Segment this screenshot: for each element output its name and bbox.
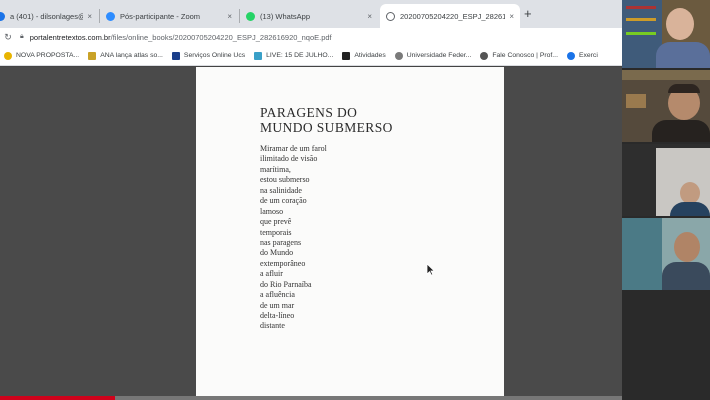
avatar: [670, 202, 710, 216]
bookmark-label: Exerci: [578, 52, 598, 59]
tab-title: 20200705204220_ESPJ_282616920: [400, 11, 506, 21]
pdf-page[interactable]: PARAGENS DO MUNDO SUBMERSO Miramar de um…: [196, 67, 504, 400]
poem-line: marítima,: [260, 164, 291, 174]
reload-icon[interactable]: ↻: [0, 32, 16, 43]
star-icon: [4, 51, 12, 60]
poem-line: nas paragens: [260, 237, 302, 247]
grid-icon: [342, 51, 351, 60]
poem-line: Miramar de um farol: [260, 144, 327, 153]
bookmarks-bar: NOVA PROPOSTA... ANA lança atlas so... S…: [0, 46, 622, 66]
bookmark-item[interactable]: Serviços Online Ucs: [171, 51, 246, 60]
tab-pdf[interactable]: 20200705204220_ESPJ_282616920 ×: [380, 4, 520, 28]
participant-video[interactable]: [622, 70, 710, 142]
poem-line: temporais: [260, 227, 292, 237]
browser-window: a (401) - dilsonlages@uol. × Pós-partici…: [0, 0, 622, 400]
avatar: [674, 232, 700, 262]
live-icon: [254, 51, 263, 60]
poem-line: a afluência: [260, 290, 295, 300]
poem-line: distante: [260, 321, 285, 331]
poem-line: do Mundo: [260, 248, 294, 258]
url-path: /files/online_books/20200705204220_ESPJ_…: [110, 32, 332, 42]
tab-title: a (401) - dilsonlages@uol.: [10, 11, 83, 21]
bookmark-item[interactable]: Universidade Feder...: [394, 51, 472, 60]
shield-icon: [171, 51, 180, 60]
bookmark-label: Serviços Online Ucs: [183, 52, 246, 59]
poem-line: extemporâneo: [260, 258, 306, 268]
participant-video[interactable]: [622, 144, 710, 216]
bookmark-item[interactable]: ANA lança atlas so...: [88, 51, 163, 60]
avatar: [662, 262, 710, 290]
close-icon[interactable]: ×: [87, 12, 92, 21]
tab-zoom[interactable]: Pós-participante - Zoom ×: [100, 4, 238, 28]
poem-line: a afluir: [260, 269, 283, 279]
poem-line: estou submerso: [260, 175, 310, 185]
poem-line: lamoso: [260, 206, 284, 216]
bookmark-item[interactable]: NOVA PROPOSTA...: [4, 51, 80, 60]
tab-bar: a (401) - dilsonlages@uol. × Pós-partici…: [0, 0, 622, 28]
video-progress-fill: [0, 396, 116, 400]
bookmark-label: ANA lança atlas so...: [100, 52, 163, 59]
avatar: [666, 8, 694, 40]
tab-whatsapp[interactable]: (13) WhatsApp ×: [240, 4, 378, 28]
poem-title: PARAGENS DO MUNDO SUBMERSO: [260, 105, 393, 135]
close-icon[interactable]: ×: [509, 12, 514, 21]
poem-line: de um mar: [260, 300, 295, 310]
close-icon[interactable]: ×: [227, 12, 232, 21]
bookmark-label: Universidade Feder...: [406, 52, 472, 59]
close-icon[interactable]: ×: [367, 12, 372, 21]
url-text: portalentretextos.com.br/files/online_bo…: [30, 33, 332, 42]
url-host: portalentretextos.com.br: [29, 32, 111, 42]
avatar: [652, 120, 710, 142]
poem-line: ilimitado de visão: [260, 154, 318, 164]
participant-panel: [622, 0, 710, 400]
bookmark-label: NOVA PROPOSTA...: [16, 52, 80, 59]
poem-line: delta-líneo: [260, 311, 295, 320]
bookmark-item[interactable]: Fale Conosco | Prof...: [480, 51, 558, 60]
poem-title-line: PARAGENS DO: [260, 105, 358, 120]
new-tab-button[interactable]: +: [524, 7, 532, 20]
participant-video[interactable]: [622, 218, 710, 290]
avatar: [656, 42, 710, 68]
mail-icon: [0, 11, 5, 21]
poem-line: na salinidade: [260, 185, 302, 195]
lock-icon[interactable]: 🔒︎: [20, 33, 24, 41]
pdf-viewer[interactable]: PARAGENS DO MUNDO SUBMERSO Miramar de um…: [0, 67, 622, 400]
address-bar[interactable]: ↻ 🔒︎ portalentretextos.com.br/files/onli…: [0, 28, 622, 46]
bookmark-item[interactable]: Atividades: [342, 51, 386, 60]
bookmark-label: LIVE: 15 DE JULHO...: [266, 52, 334, 59]
avatar: [680, 182, 700, 204]
mouse-cursor-icon: [426, 263, 435, 276]
bookmark-item[interactable]: LIVE: 15 DE JULHO...: [254, 51, 334, 60]
poem-line: de um coração: [260, 196, 307, 206]
bookmark-label: Fale Conosco | Prof...: [492, 52, 558, 59]
poem-title-line: MUNDO SUBMERSO: [260, 120, 393, 135]
video-progress-track[interactable]: [0, 396, 622, 400]
bookmark-item[interactable]: Exerci: [566, 51, 598, 60]
poem-line: que prevê: [260, 217, 292, 227]
bookmark-label: Atividades: [354, 52, 386, 59]
globe-icon: [566, 51, 575, 60]
zoom-icon: [106, 11, 115, 21]
tab-title: (13) WhatsApp: [260, 11, 311, 21]
poem-body: Miramar de um farol ilimitado de visão m…: [260, 144, 327, 332]
tab-title: Pós-participante - Zoom: [120, 11, 201, 21]
globe-icon: [394, 51, 403, 60]
globe-icon: [386, 11, 395, 21]
whatsapp-icon: [246, 11, 255, 21]
poem-line: do Rio Parnaíba: [260, 279, 312, 289]
participant-video[interactable]: [622, 0, 710, 68]
chat-icon: [480, 51, 489, 60]
tab-email[interactable]: a (401) - dilsonlages@uol. ×: [0, 4, 98, 28]
bird-icon: [88, 51, 97, 60]
